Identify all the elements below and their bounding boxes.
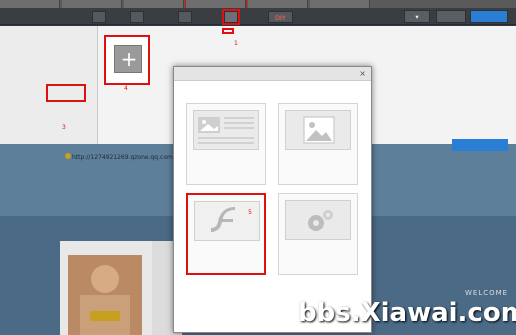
browser-tab[interactable] — [62, 0, 122, 8]
profile-photo — [68, 255, 142, 335]
watermark-welcome: WELCOME — [465, 289, 509, 297]
left-panel-item[interactable] — [12, 58, 82, 76]
module-option-image[interactable] — [278, 103, 358, 185]
browser-tab[interactable] — [310, 0, 370, 8]
toolbar-menu-button[interactable]: ▾ — [404, 10, 430, 23]
left-panel-item[interactable] — [12, 32, 82, 50]
browser-tab-strip — [0, 0, 516, 8]
dialog-header: × — [174, 67, 371, 81]
left-panel-item-active[interactable] — [46, 84, 86, 102]
add-module-box[interactable]: + — [104, 35, 150, 85]
nav-tab[interactable] — [92, 11, 106, 23]
browser-tab[interactable] — [248, 0, 308, 8]
left-panel: 3 — [0, 26, 98, 144]
text-image-icon — [193, 110, 259, 150]
browser-tab-active[interactable] — [185, 0, 247, 8]
browser-tab[interactable] — [0, 0, 60, 8]
browser-tab[interactable] — [124, 0, 184, 8]
step-badge: 5 — [248, 209, 252, 216]
profile-panel — [60, 241, 152, 335]
dialog-body: 5 — [174, 81, 371, 332]
add-module-tile[interactable]: + — [114, 45, 142, 73]
module-option-text-image[interactable] — [186, 103, 266, 185]
watermark-url: bbs.Xiawai.com — [298, 298, 516, 328]
left-panel-item[interactable] — [12, 116, 82, 134]
module-option-custom[interactable] — [278, 193, 358, 275]
nav-tab-diy[interactable]: DIY — [268, 11, 293, 23]
close-icon[interactable]: × — [359, 69, 366, 78]
preview-button[interactable] — [436, 10, 466, 23]
gear-icon — [285, 200, 351, 240]
nav-tab[interactable] — [130, 11, 144, 23]
image-icon — [285, 110, 351, 150]
module-option-flash[interactable]: 5 — [186, 193, 266, 275]
home-icon — [65, 153, 71, 159]
blog-url[interactable]: http://1274921269.qzone.qq.com — [72, 154, 173, 161]
top-toolbar: DIY ▾ — [0, 8, 516, 25]
flash-icon — [194, 201, 260, 241]
plus-icon: + — [120, 47, 138, 71]
custom-module-button[interactable] — [222, 28, 234, 34]
nav-tab[interactable] — [178, 11, 192, 23]
add-module-dialog: × 5 — [173, 66, 372, 333]
save-button[interactable] — [470, 10, 508, 23]
step-badge: 1 — [234, 40, 238, 47]
nav-tab-active[interactable] — [222, 9, 240, 25]
custom-background-button[interactable] — [452, 139, 508, 151]
step-badge: 4 — [124, 85, 128, 92]
